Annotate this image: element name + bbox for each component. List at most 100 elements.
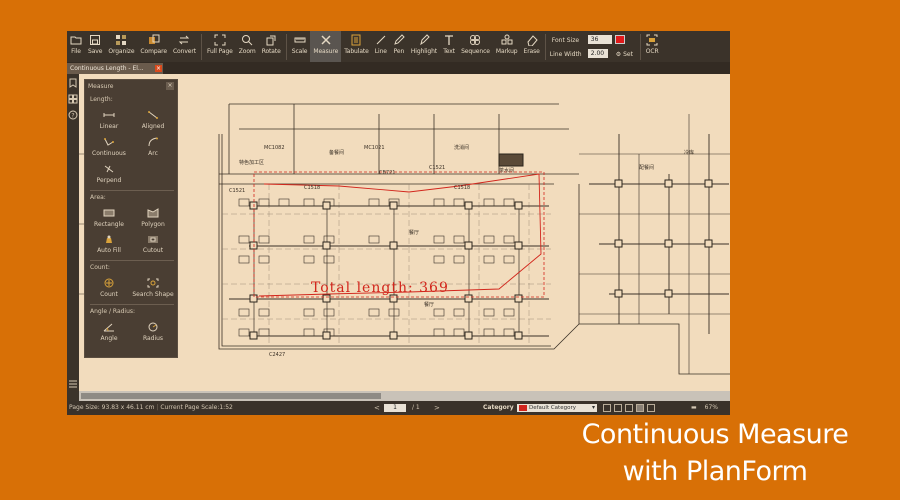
ocr-icon <box>646 34 658 46</box>
left-sidebar: ? <box>67 74 79 401</box>
full-page-icon <box>214 34 226 46</box>
set-button[interactable]: ⚙ Set <box>616 51 633 58</box>
font-size-input[interactable]: 36 <box>587 35 612 44</box>
angle-icon <box>103 323 114 332</box>
pen-label: Pen <box>393 48 405 55</box>
full-page-label: Full Page <box>206 48 233 55</box>
fit-page-icon[interactable] <box>625 404 633 412</box>
ocr-button[interactable]: OCR <box>643 31 662 62</box>
zoom-icon <box>241 34 253 46</box>
line-width-input[interactable]: 2.00 <box>587 49 608 58</box>
help-icon[interactable]: ? <box>68 110 78 120</box>
polygon-tool-button[interactable]: Polygon <box>131 208 175 228</box>
cutout-tool-button[interactable]: Cutout <box>131 234 175 254</box>
auto-fill-tool-button[interactable]: Auto Fill <box>87 234 131 254</box>
file-button[interactable]: File <box>67 31 85 62</box>
toolbar-divider <box>639 34 641 60</box>
convert-button[interactable]: Convert <box>170 31 199 62</box>
fit-width-icon[interactable] <box>614 404 622 412</box>
text-button[interactable]: Text <box>440 31 458 62</box>
prev-page-button[interactable]: < <box>374 401 380 415</box>
font-size-label: Font Size <box>551 37 580 44</box>
room-label: C1518 <box>454 185 470 191</box>
room-label: CB721 <box>379 170 395 176</box>
arc-label: Arc <box>148 150 158 157</box>
save-label: Save <box>88 48 103 55</box>
single-page-icon[interactable] <box>636 404 644 412</box>
markup-button[interactable]: Markup <box>493 31 521 62</box>
search-shape-tool-button[interactable]: Search Shape <box>131 278 175 298</box>
angle-tool-button[interactable]: Angle <box>87 322 131 342</box>
zoom-level: ▬ 67% <box>691 401 718 415</box>
cutout-icon <box>148 236 158 243</box>
line-button[interactable]: Line <box>372 31 390 62</box>
erase-button[interactable]: Erase <box>521 31 543 62</box>
organize-button[interactable]: Organize <box>105 31 137 62</box>
area-section-label: Area: <box>90 194 106 201</box>
close-tab-button[interactable]: × <box>155 65 162 72</box>
highlight-button[interactable]: Highlight <box>408 31 440 62</box>
font-color-swatch[interactable] <box>614 35 625 44</box>
search-shape-icon <box>147 278 159 288</box>
folder-icon <box>70 34 82 46</box>
bookmark-icon[interactable] <box>68 78 78 88</box>
perpend-tool-button[interactable]: Perpend <box>87 164 131 184</box>
zoom-label: Zoom <box>238 48 256 55</box>
section-divider <box>90 304 174 305</box>
room-label: C1521 <box>429 165 445 171</box>
app-window: File Save Organize Compare Convert Full … <box>67 31 730 415</box>
eye-icon[interactable] <box>603 404 611 412</box>
tabulate-button[interactable]: Tabulate <box>341 31 372 62</box>
menu-icon[interactable] <box>68 379 78 389</box>
angle-label: Angle <box>100 335 118 342</box>
measurement-label: Total length: 369 <box>311 280 449 296</box>
thumbnails-icon[interactable] <box>68 94 78 104</box>
page-number-input[interactable]: 1 <box>384 404 406 412</box>
compare-button[interactable]: Compare <box>137 31 170 62</box>
promo-caption: Continuous Measure with PlanForm <box>550 416 880 490</box>
page-size: Page Size: 93.83 x 46.11 cm <box>69 404 155 411</box>
aligned-tool-button[interactable]: Aligned <box>131 110 175 130</box>
rotate-button[interactable]: Rotate <box>259 31 284 62</box>
sequence-button[interactable]: Sequence <box>458 31 493 62</box>
erase-label: Erase <box>523 48 540 55</box>
full-page-button[interactable]: Full Page <box>204 31 236 62</box>
linear-icon <box>103 113 115 117</box>
section-divider <box>90 260 174 261</box>
markup-icon <box>501 34 513 46</box>
count-section-label: Count: <box>90 264 110 271</box>
arc-tool-button[interactable]: Arc <box>131 137 175 157</box>
close-panel-button[interactable]: × <box>166 82 174 90</box>
room-label: 餐厅 <box>409 229 419 236</box>
continuous-tool-button[interactable]: Continuous <box>87 137 131 157</box>
document-tab[interactable]: Continuous Length - El... × <box>67 63 163 74</box>
measure-label: Measure <box>313 48 339 55</box>
count-tool-button[interactable]: Count <box>87 278 131 298</box>
double-page-icon[interactable] <box>647 404 655 412</box>
room-label: MC1082 <box>264 145 285 151</box>
room-label: 备餐间 <box>329 149 344 156</box>
save-button[interactable]: Save <box>85 31 105 62</box>
zoom-slider[interactable]: ▬ <box>691 404 697 411</box>
category-select[interactable]: Default Category ▾ <box>517 404 597 412</box>
tabulate-icon <box>350 34 362 46</box>
radius-tool-button[interactable]: Radius <box>131 322 175 342</box>
pen-button[interactable]: Pen <box>390 31 408 62</box>
linear-tool-button[interactable]: Linear <box>87 110 131 130</box>
measure-button[interactable]: Measure <box>310 31 342 62</box>
scale-button[interactable]: Scale <box>289 31 311 62</box>
gear-icon: ⚙ <box>615 51 622 58</box>
scrollbar-thumb[interactable] <box>81 393 381 399</box>
next-page-button[interactable]: > <box>434 401 440 415</box>
save-icon <box>89 34 101 46</box>
main-toolbar: File Save Organize Compare Convert Full … <box>67 31 730 62</box>
page-scale: Current Page Scale:1:52 <box>160 404 233 411</box>
zoom-button[interactable]: Zoom <box>236 31 259 62</box>
category-label: Category <box>483 404 514 411</box>
rectangle-tool-button[interactable]: Rectangle <box>87 208 131 228</box>
scale-icon <box>294 34 306 46</box>
polygon-icon <box>147 208 159 218</box>
page-info: Page Size: 93.83 x 46.11 cm | Current Pa… <box>69 404 233 411</box>
horizontal-scrollbar[interactable] <box>79 391 730 401</box>
document-tab-title: Continuous Length - El... <box>70 65 144 72</box>
